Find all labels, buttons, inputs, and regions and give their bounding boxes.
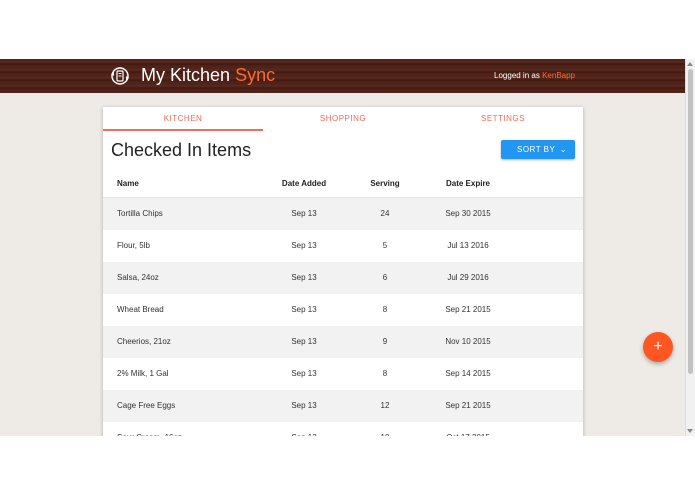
cell-date-expire: Sep 21 2015: [445, 401, 491, 410]
cell-date-expire: Jul 13 2016: [447, 241, 489, 250]
tab-settings[interactable]: SETTINGS: [423, 107, 583, 131]
column-header-name[interactable]: Name: [117, 173, 139, 195]
table-row[interactable]: Flour, 5lb Sep 13 5 Jul 13 2016: [103, 230, 583, 262]
cell-date-expire: Nov 10 2015: [445, 337, 491, 346]
table-row[interactable]: Tortilla Chips Sep 13 24 Sep 30 2015: [103, 198, 583, 230]
cell-date-added: Sep 13: [271, 422, 337, 436]
cell-serving: 8: [382, 305, 388, 314]
cell-serving: 6: [382, 273, 388, 282]
login-status: Logged in as KenBapp: [494, 71, 575, 80]
scrollbar-thumb[interactable]: [688, 69, 693, 374]
table-row[interactable]: Sour Cream, 16oz Sep 13 10 Oct 17 2015: [103, 422, 583, 436]
cell-date-expire: Jul 29 2016: [447, 273, 489, 282]
page-title: Checked In Items: [111, 140, 252, 160]
table-header: Name Date Added Serving Date Expire: [103, 173, 583, 198]
login-prefix: Logged in as: [494, 71, 540, 80]
sort-by-button[interactable]: SORT BY ⌄: [501, 140, 575, 159]
cell-date-expire: Sep 14 2015: [445, 369, 491, 378]
scroll-up-icon[interactable]: [687, 62, 693, 66]
column-header-date-added[interactable]: Date Added: [271, 173, 337, 195]
table-row[interactable]: Cage Free Eggs Sep 13 12 Sep 21 2015: [103, 390, 583, 422]
cell-date-added: Sep 13: [291, 241, 317, 250]
cell-name: Sour Cream, 16oz: [117, 422, 182, 436]
username-link[interactable]: KenBapp: [542, 71, 575, 80]
plus-icon: +: [653, 338, 663, 355]
cell-date-added: Sep 13: [291, 337, 317, 346]
cell-name: 2% Milk, 1 Gal: [117, 369, 169, 378]
tab-shopping[interactable]: SHOPPING: [263, 107, 423, 131]
cell-serving: 5: [382, 241, 388, 250]
sync-phone-icon: [111, 67, 129, 85]
column-header-date-expire[interactable]: Date Expire: [435, 173, 501, 195]
cell-name: Salsa, 24oz: [117, 273, 159, 282]
sort-by-label: SORT BY: [517, 145, 556, 154]
app-title-accent: Sync: [235, 65, 276, 85]
cell-date-added: Sep 13: [291, 369, 317, 378]
cell-name: Flour, 5lb: [117, 241, 150, 250]
cell-serving: 9: [382, 337, 388, 346]
cell-serving: 12: [380, 401, 390, 410]
cell-date-expire: Sep 21 2015: [445, 305, 491, 314]
column-header-serving[interactable]: Serving: [355, 173, 415, 195]
cell-serving: 8: [382, 369, 388, 378]
cell-date-added: Sep 13: [291, 273, 317, 282]
cell-name: Cage Free Eggs: [117, 401, 176, 410]
table-row[interactable]: Cheerios, 21oz Sep 13 9 Nov 10 2015: [103, 326, 583, 358]
app-title: My Kitchen Sync: [141, 65, 275, 86]
tab-kitchen[interactable]: KITCHEN: [103, 107, 263, 131]
cell-name: Wheat Bread: [117, 305, 164, 314]
page-scrollbar[interactable]: [685, 59, 695, 436]
cell-date-expire: Oct 17 2015: [435, 422, 501, 436]
cell-serving: 24: [380, 209, 390, 218]
add-item-button[interactable]: +: [643, 332, 673, 362]
app-header: My Kitchen Sync Logged in as KenBapp: [0, 59, 685, 93]
table-row[interactable]: 2% Milk, 1 Gal Sep 13 8 Sep 14 2015: [103, 358, 583, 390]
app-title-main: My Kitchen: [141, 65, 231, 85]
chevron-down-icon: ⌄: [559, 145, 567, 154]
cell-serving: 10: [355, 422, 415, 436]
kitchen-card: KITCHEN SHOPPING SETTINGS Checked In Ite…: [103, 107, 583, 436]
table-body: Tortilla Chips Sep 13 24 Sep 30 2015 Flo…: [103, 198, 583, 436]
cell-name: Tortilla Chips: [117, 209, 163, 218]
cell-date-added: Sep 13: [291, 209, 317, 218]
table-row[interactable]: Salsa, 24oz Sep 13 6 Jul 29 2016: [103, 262, 583, 294]
app-viewport: My Kitchen Sync Logged in as KenBapp KIT…: [0, 59, 685, 436]
table-row[interactable]: Wheat Bread Sep 13 8 Sep 21 2015: [103, 294, 583, 326]
tab-bar: KITCHEN SHOPPING SETTINGS: [103, 107, 583, 131]
cell-name: Cheerios, 21oz: [117, 337, 171, 346]
cell-date-added: Sep 13: [291, 305, 317, 314]
cell-date-expire: Sep 30 2015: [445, 209, 491, 218]
cell-date-added: Sep 13: [291, 401, 317, 410]
scroll-down-icon[interactable]: [687, 429, 693, 433]
